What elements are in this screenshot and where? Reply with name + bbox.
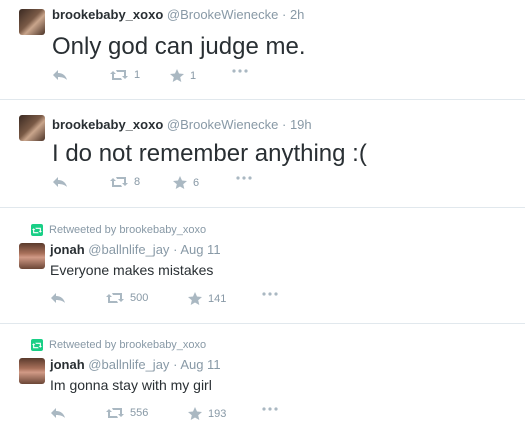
- timestamp[interactable]: 19h: [290, 117, 312, 132]
- tweet-2[interactable]: brookebaby_xoxo @BrookeWienecke · 19h I …: [0, 100, 525, 208]
- avatar[interactable]: [19, 243, 45, 269]
- more-icon: [262, 292, 278, 296]
- user-handle[interactable]: @BrookeWienecke: [167, 7, 278, 22]
- retweet-count: 8: [134, 176, 141, 188]
- more-button[interactable]: [236, 176, 252, 180]
- star-icon: [188, 292, 202, 305]
- retweet-icon: [110, 177, 128, 187]
- more-icon: [236, 176, 252, 180]
- timestamp[interactable]: Aug 11: [180, 242, 220, 257]
- retweet-context: Retweeted by brookebaby_xoxo: [31, 224, 206, 236]
- reply-icon: [53, 177, 67, 187]
- separator: ·: [281, 117, 287, 132]
- retweet-count: 1: [134, 69, 141, 81]
- tweet-text: Everyone makes mistakes: [50, 262, 214, 278]
- more-button[interactable]: [262, 407, 278, 411]
- more-icon: [232, 69, 248, 73]
- favorite-button[interactable]: 141: [188, 292, 226, 305]
- tweet-header: jonah @ballnlife_jay · Aug 11: [50, 242, 221, 257]
- user-handle[interactable]: @BrookeWienecke: [167, 117, 278, 132]
- star-icon: [173, 176, 187, 189]
- timestamp[interactable]: 2h: [290, 7, 304, 22]
- retweet-context-icon: [31, 224, 43, 236]
- retweet-icon: [106, 293, 124, 303]
- tweet-text: Only god can judge me.: [52, 33, 306, 60]
- separator: ·: [173, 242, 178, 257]
- separator: ·: [173, 357, 178, 372]
- favorite-button[interactable]: 6: [173, 176, 199, 189]
- reply-button[interactable]: [50, 407, 66, 419]
- retweet-button[interactable]: 8: [110, 176, 140, 188]
- more-button[interactable]: [262, 292, 278, 296]
- avatar[interactable]: [19, 9, 45, 35]
- user-name[interactable]: jonah: [50, 242, 85, 257]
- reply-button[interactable]: [50, 292, 66, 304]
- user-name[interactable]: brookebaby_xoxo: [52, 7, 163, 22]
- reply-icon: [53, 70, 67, 80]
- user-handle[interactable]: @ballnlife_jay: [88, 357, 169, 372]
- user-name[interactable]: jonah: [50, 357, 85, 372]
- favorite-count: 1: [190, 69, 197, 82]
- avatar[interactable]: [19, 115, 45, 141]
- user-handle[interactable]: @ballnlife_jay: [88, 242, 169, 257]
- favorite-button[interactable]: 1: [170, 69, 196, 82]
- favorite-count: 141: [208, 292, 227, 305]
- retweet-context: Retweeted by brookebaby_xoxo: [31, 339, 206, 351]
- tweet-3[interactable]: Retweeted by brookebaby_xoxo jonah @ball…: [0, 208, 525, 324]
- timestamp[interactable]: Aug 11: [180, 357, 220, 372]
- retweet-icon: [106, 408, 124, 418]
- favorite-button[interactable]: 193: [188, 407, 226, 420]
- favorite-count: 193: [208, 407, 227, 420]
- avatar[interactable]: [19, 358, 45, 384]
- reply-button[interactable]: [52, 176, 68, 188]
- star-icon: [188, 407, 202, 420]
- retweet-icon: [110, 70, 128, 80]
- reply-icon: [51, 408, 65, 418]
- tweet-header: brookebaby_xoxo @BrookeWienecke · 19h: [52, 117, 312, 132]
- reply-icon: [51, 293, 65, 303]
- separator: ·: [281, 7, 287, 22]
- more-button[interactable]: [232, 69, 248, 73]
- retweet-count: 556: [130, 407, 149, 419]
- user-name[interactable]: brookebaby_xoxo: [52, 117, 163, 132]
- retweet-button[interactable]: 500: [106, 292, 148, 304]
- retweet-count: 500: [130, 292, 149, 304]
- retweet-button[interactable]: 556: [106, 407, 148, 419]
- favorite-count: 6: [193, 176, 200, 189]
- more-icon: [262, 407, 278, 411]
- reply-button[interactable]: [52, 69, 68, 81]
- tweet-header: brookebaby_xoxo @BrookeWienecke · 2h: [52, 7, 304, 22]
- retweet-context-label[interactable]: Retweeted by brookebaby_xoxo: [49, 339, 206, 351]
- tweet-text: Im gonna stay with my girl: [50, 377, 212, 393]
- tweet-text: I do not remember anything :(: [52, 140, 367, 167]
- retweet-context-icon: [31, 339, 43, 351]
- tweet-header: jonah @ballnlife_jay · Aug 11: [50, 357, 221, 372]
- star-icon: [170, 69, 184, 82]
- retweet-button[interactable]: 1: [110, 69, 140, 81]
- tweet-1[interactable]: brookebaby_xoxo @BrookeWienecke · 2h Onl…: [0, 0, 525, 100]
- retweet-context-label[interactable]: Retweeted by brookebaby_xoxo: [49, 224, 206, 236]
- tweet-4[interactable]: Retweeted by brookebaby_xoxo jonah @ball…: [0, 324, 525, 427]
